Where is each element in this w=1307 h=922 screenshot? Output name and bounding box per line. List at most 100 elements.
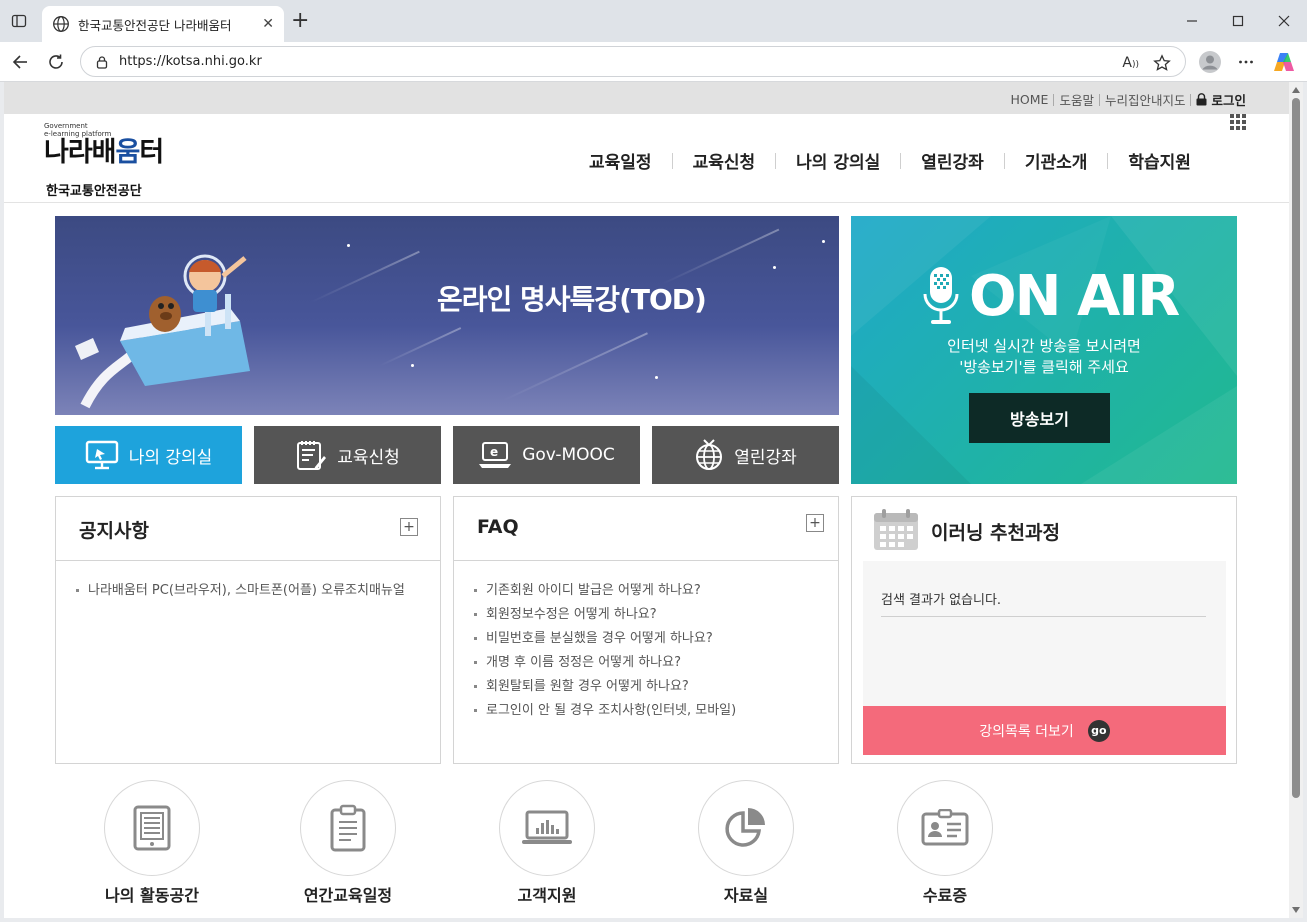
- onair-description: 인터넷 실시간 방송을 보시려면 '방송보기'를 클릭해 주세요: [851, 336, 1237, 378]
- nav-item-learning-support[interactable]: 학습지원: [1108, 148, 1211, 173]
- quick-apply-button[interactable]: 교육신청: [254, 426, 441, 484]
- address-bar[interactable]: https://kotsa.nhi.go.kr A)): [80, 46, 1186, 77]
- quick-gov-mooc-button[interactable]: e Gov-MOOC: [453, 426, 640, 484]
- nav-item-my-classroom[interactable]: 나의 강의실: [776, 148, 900, 173]
- calendar-icon: [874, 509, 918, 550]
- list-item[interactable]: 비밀번호를 분실했을 경우 어떻게 하나요?: [474, 627, 824, 651]
- annual-schedule-link[interactable]: 연간교육일정: [273, 780, 423, 906]
- circle-frame: [897, 780, 993, 876]
- main-navigation: 교육일정 교육신청 나의 강의실 열린강좌 기관소개 학습지원: [569, 148, 1211, 173]
- star-icon: [773, 266, 776, 269]
- quick-my-classroom-button[interactable]: 나의 강의실: [55, 426, 242, 484]
- close-tab-icon[interactable]: ✕: [262, 16, 274, 32]
- banner-title: 온라인 명사특강(TOD): [437, 283, 707, 316]
- annual-schedule-label: 연간교육일정: [303, 886, 393, 905]
- divider: [1053, 93, 1055, 106]
- profile-avatar-icon[interactable]: [1198, 50, 1222, 74]
- more-courses-button[interactable]: 강의목록 더보기 go: [863, 706, 1226, 755]
- nav-item-about[interactable]: 기관소개: [1005, 148, 1108, 173]
- logo-name-part3: 터: [139, 137, 164, 168]
- close-window-icon[interactable]: [1261, 8, 1307, 34]
- circle-frame: [499, 780, 595, 876]
- decorative-streak: [378, 327, 462, 367]
- nav-item-open-lectures[interactable]: 열린강좌: [901, 148, 1004, 173]
- nav-item-apply[interactable]: 교육신청: [673, 148, 776, 173]
- refresh-icon[interactable]: [44, 50, 68, 74]
- faq-title: FAQ: [477, 516, 519, 538]
- scroll-up-arrow-icon[interactable]: [1292, 87, 1300, 93]
- onair-title: ON AIR: [969, 264, 1180, 329]
- back-arrow-icon[interactable]: [8, 50, 32, 74]
- favorite-star-icon[interactable]: [1153, 54, 1171, 72]
- divider: [1190, 93, 1192, 106]
- svg-text:e: e: [490, 445, 498, 459]
- globe-icon: [696, 439, 723, 470]
- browser-tab-bar: 한국교통안전공단 나라배움터 ✕ +: [0, 0, 1307, 42]
- site-logo[interactable]: Government e-learning platform 나라배움터 한국교…: [44, 122, 164, 199]
- globe-icon: [53, 16, 69, 32]
- watch-broadcast-button[interactable]: 방송보기: [969, 393, 1110, 443]
- url-text: https://kotsa.nhi.go.kr: [119, 54, 262, 69]
- circle-frame: [104, 780, 200, 876]
- page-viewport: HOME 도움말 누리집안내지도 로그인 Government e-learni…: [4, 82, 1303, 918]
- main-banner[interactable]: 온라인 명사특강(TOD): [55, 216, 839, 415]
- customer-support-label: 고객지원: [517, 886, 577, 905]
- organization-name: 한국교통안전공단: [46, 184, 142, 199]
- onair-panel[interactable]: ON AIR 인터넷 실시간 방송을 보시려면 '방송보기'를 클릭해 주세요 …: [851, 216, 1237, 484]
- maximize-icon[interactable]: [1215, 8, 1261, 34]
- notice-more-plus-icon[interactable]: +: [400, 518, 418, 536]
- logo-name-part1: 나라배: [44, 137, 117, 168]
- star-icon: [347, 244, 350, 247]
- quick-my-classroom-label: 나의 강의실: [128, 447, 213, 468]
- notice-box: 공지사항 + 나라배움터 PC(브라우저), 스마트폰(어플) 오류조치매뉴얼: [55, 496, 441, 764]
- certificate-link[interactable]: 수료증: [870, 780, 1020, 906]
- star-icon: [822, 240, 825, 243]
- customer-support-link[interactable]: 고객지원: [472, 780, 622, 906]
- all-menu-icon[interactable]: [1230, 114, 1246, 130]
- copilot-icon[interactable]: [1272, 50, 1296, 74]
- clipboard-pen-icon: [297, 441, 327, 470]
- resource-room-label: 자료실: [723, 886, 769, 905]
- list-item[interactable]: 나라배움터 PC(브라우저), 스마트폰(어플) 오류조치매뉴얼: [76, 579, 426, 603]
- browser-tab[interactable]: 한국교통안전공단 나라배움터 ✕: [42, 6, 284, 42]
- list-item[interactable]: 회원정보수정은 어떻게 하나요?: [474, 603, 824, 627]
- faq-more-plus-icon[interactable]: +: [806, 514, 824, 532]
- onair-desc-line2: '방송보기'를 클릭해 주세요: [959, 358, 1129, 376]
- decorative-streak: [502, 332, 648, 402]
- site-header: Government e-learning platform 나라배움터 한국교…: [4, 114, 1289, 203]
- scroll-thumb[interactable]: [1292, 98, 1300, 798]
- minimize-icon[interactable]: [1169, 8, 1215, 34]
- laptop-chart-icon: [522, 810, 572, 844]
- recommended-title: 이러닝 추천과정: [931, 522, 1060, 544]
- logo-english-line1: Government: [44, 122, 88, 130]
- onair-desc-line1: 인터넷 실시간 방송을 보시려면: [947, 337, 1141, 355]
- decorative-streak: [660, 228, 780, 286]
- utility-bar: HOME 도움말 누리집안내지도 로그인: [4, 82, 1289, 114]
- read-aloud-icon[interactable]: A)): [1122, 55, 1139, 71]
- circle-frame: [698, 780, 794, 876]
- clipboard-icon: [330, 804, 366, 852]
- home-link[interactable]: HOME: [1011, 92, 1049, 107]
- tab-actions-icon[interactable]: [9, 11, 29, 31]
- resource-room-link[interactable]: 자료실: [671, 780, 821, 906]
- nav-item-schedule[interactable]: 교육일정: [569, 148, 672, 173]
- list-item[interactable]: 로그인이 안 될 경우 조치사항(인터넷, 모바일): [474, 699, 824, 723]
- go-badge-icon: go: [1087, 719, 1110, 742]
- divider: [1098, 93, 1100, 106]
- quick-open-lectures-button[interactable]: 열린강좌: [652, 426, 839, 484]
- more-options-icon[interactable]: [1234, 50, 1258, 74]
- vertical-scrollbar[interactable]: [1289, 82, 1303, 918]
- list-item[interactable]: 개명 후 이름 정정은 어떻게 하나요?: [474, 651, 824, 675]
- list-item[interactable]: 회원탈퇴를 원할 경우 어떻게 하나요?: [474, 675, 824, 699]
- pie-chart-icon: [725, 808, 765, 847]
- new-tab-icon[interactable]: +: [291, 10, 309, 32]
- login-label: 로그인: [1211, 93, 1246, 108]
- login-link[interactable]: 로그인: [1196, 90, 1246, 109]
- banner-illustration: [75, 254, 250, 409]
- help-link[interactable]: 도움말: [1059, 90, 1094, 109]
- sitemap-link[interactable]: 누리집안내지도: [1105, 90, 1186, 109]
- decorative-streak: [310, 250, 420, 304]
- my-activity-link[interactable]: 나의 활동공간: [77, 780, 227, 906]
- list-item[interactable]: 기존회원 아이디 발급은 어떻게 하나요?: [474, 579, 824, 603]
- scroll-down-arrow-icon[interactable]: [1292, 907, 1300, 913]
